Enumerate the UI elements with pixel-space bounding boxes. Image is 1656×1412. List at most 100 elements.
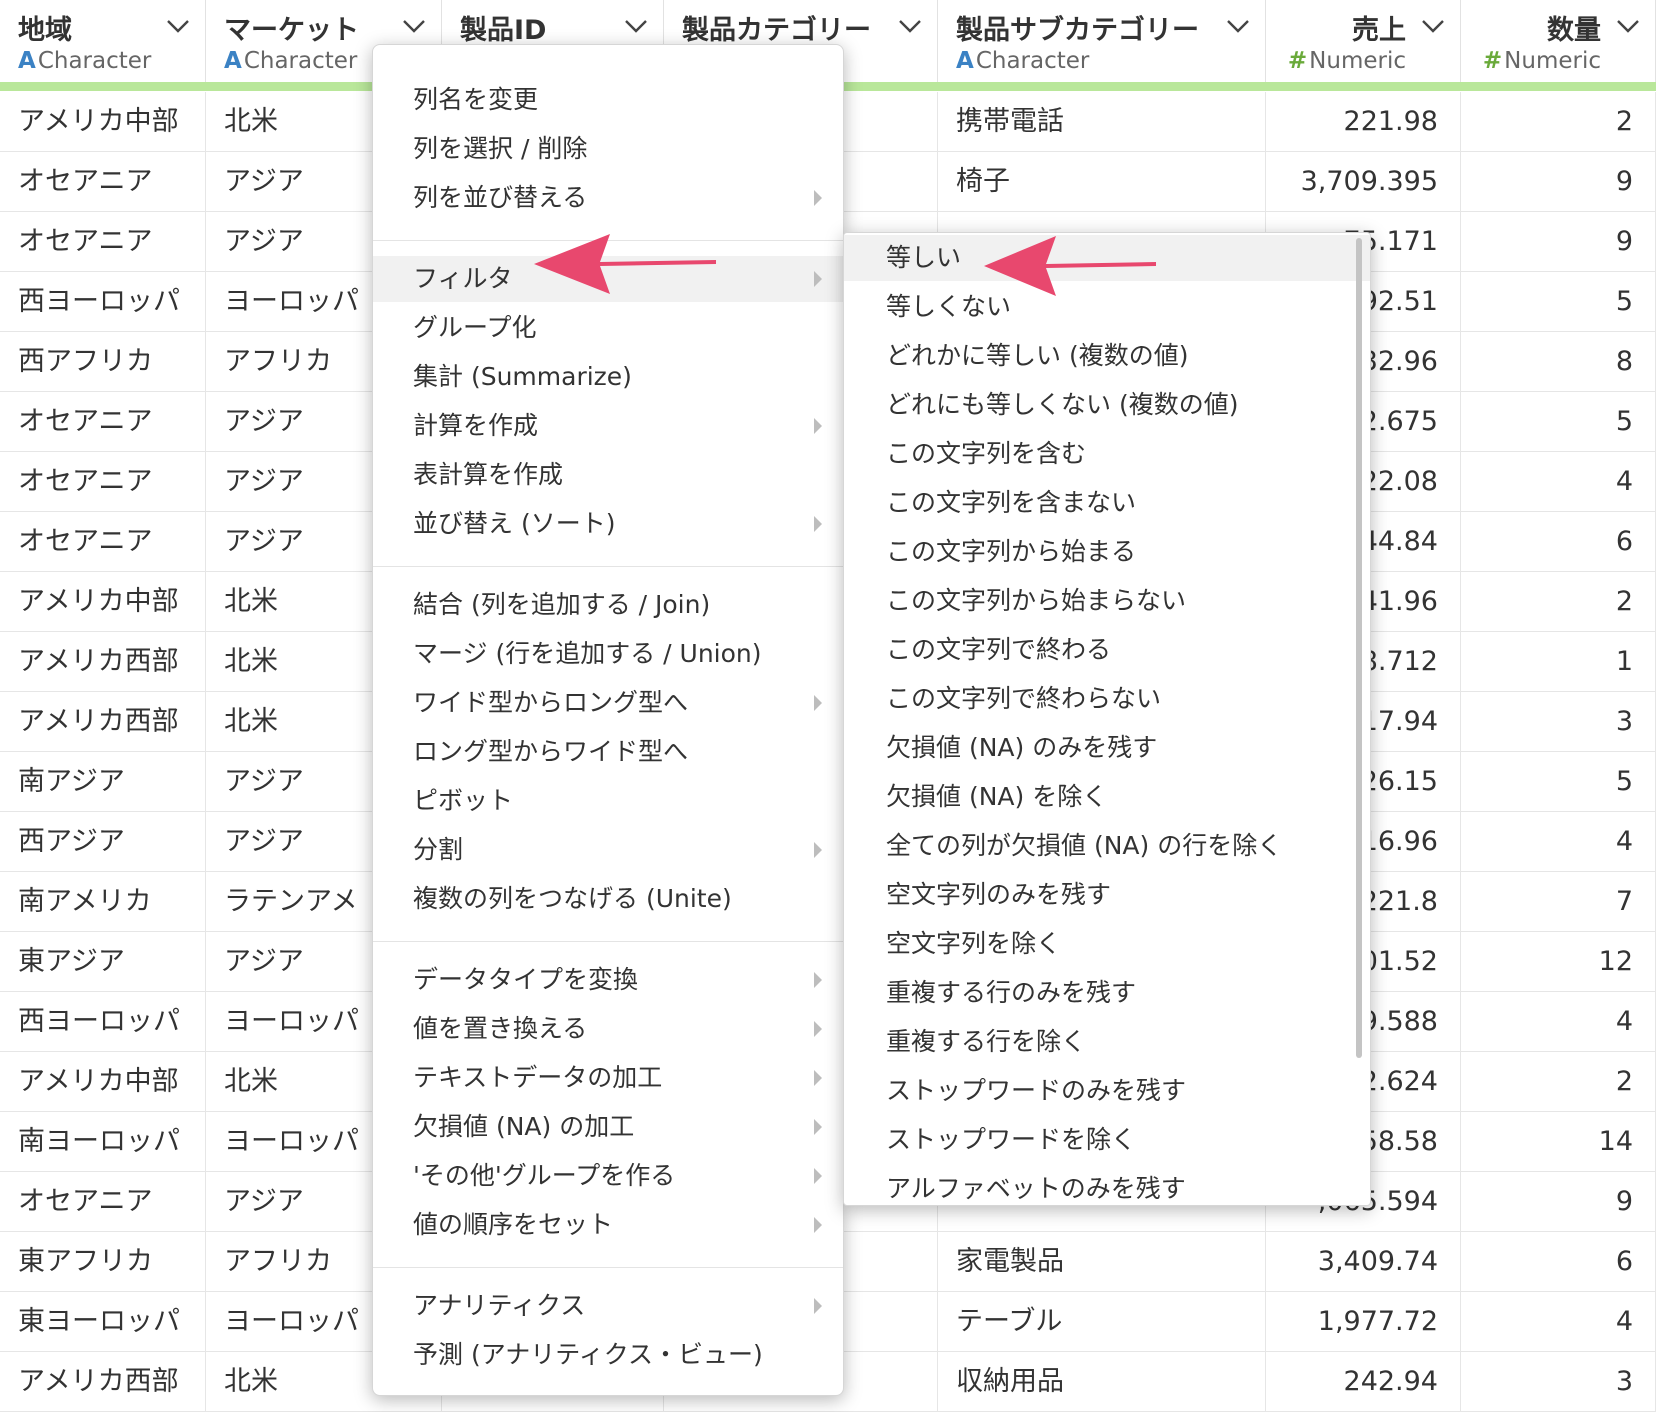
menu-item[interactable]: 列を選択 / 削除: [373, 126, 843, 172]
cell-qty[interactable]: 5: [1461, 752, 1656, 812]
cell-qty[interactable]: 4: [1461, 452, 1656, 512]
filter-option[interactable]: この文字列を含む: [844, 431, 1370, 477]
cell-qty[interactable]: 7: [1461, 872, 1656, 932]
cell-sales[interactable]: 1,977.72: [1266, 1292, 1461, 1352]
cell-region[interactable]: アメリカ中部: [0, 92, 206, 152]
cell-qty[interactable]: 12: [1461, 932, 1656, 992]
chevron-down-icon[interactable]: [1225, 16, 1251, 36]
cell-region[interactable]: 南アメリカ: [0, 872, 206, 932]
menu-item[interactable]: 分割: [373, 827, 843, 873]
cell-region[interactable]: オセアニア: [0, 392, 206, 452]
cell-region[interactable]: オセアニア: [0, 452, 206, 512]
cell-qty[interactable]: 4: [1461, 1292, 1656, 1352]
cell-subcategory[interactable]: 収納用品: [938, 1352, 1266, 1412]
cell-subcategory[interactable]: テーブル: [938, 1292, 1266, 1352]
column-header[interactable]: 数量 #Numeric: [1461, 0, 1656, 84]
chevron-down-icon[interactable]: [401, 16, 427, 36]
menu-item[interactable]: 結合 (列を追加する / Join): [373, 582, 843, 628]
menu-item[interactable]: テキストデータの加工: [373, 1055, 843, 1101]
cell-qty[interactable]: 2: [1461, 1052, 1656, 1112]
column-header[interactable]: 売上 #Numeric: [1266, 0, 1461, 84]
cell-region[interactable]: オセアニア: [0, 1172, 206, 1232]
cell-qty[interactable]: 6: [1461, 1232, 1656, 1292]
cell-qty[interactable]: 3: [1461, 692, 1656, 752]
cell-region[interactable]: 西ヨーロッパ: [0, 992, 206, 1052]
chevron-down-icon[interactable]: [165, 16, 191, 36]
filter-option[interactable]: この文字列で終わらない: [844, 676, 1370, 722]
cell-region[interactable]: アメリカ中部: [0, 572, 206, 632]
cell-qty[interactable]: 1: [1461, 632, 1656, 692]
menu-item[interactable]: アナリティクス: [373, 1283, 843, 1329]
chevron-down-icon[interactable]: [897, 16, 923, 36]
cell-sales[interactable]: 242.94: [1266, 1352, 1461, 1412]
menu-item[interactable]: ピボット: [373, 778, 843, 824]
cell-sales[interactable]: 221.98: [1266, 92, 1461, 152]
menu-item[interactable]: 値を置き換える: [373, 1006, 843, 1052]
menu-item[interactable]: 'その他'グループを作る: [373, 1153, 843, 1199]
menu-item[interactable]: 並び替え (ソート): [373, 501, 843, 547]
filter-option[interactable]: この文字列から始まらない: [844, 578, 1370, 624]
filter-option[interactable]: どれかに等しい (複数の値): [844, 333, 1370, 379]
cell-region[interactable]: アメリカ西部: [0, 692, 206, 752]
chevron-down-icon[interactable]: [1615, 16, 1641, 36]
filter-option[interactable]: 全ての列が欠損値 (NA) の行を除く: [844, 823, 1370, 869]
submenu-scrollbar[interactable]: [1356, 238, 1362, 1058]
cell-region[interactable]: アメリカ西部: [0, 1352, 206, 1412]
cell-region[interactable]: オセアニア: [0, 512, 206, 572]
chevron-down-icon[interactable]: [1420, 16, 1446, 36]
cell-sales[interactable]: 3,709.395: [1266, 152, 1461, 212]
filter-option[interactable]: 欠損値 (NA) を除く: [844, 774, 1370, 820]
filter-option[interactable]: この文字列で終わる: [844, 627, 1370, 673]
cell-region[interactable]: 西アジア: [0, 812, 206, 872]
filter-option[interactable]: この文字列から始まる: [844, 529, 1370, 575]
filter-option[interactable]: この文字列を含まない: [844, 480, 1370, 526]
cell-region[interactable]: アメリカ中部: [0, 1052, 206, 1112]
cell-qty[interactable]: 4: [1461, 812, 1656, 872]
cell-qty[interactable]: 14: [1461, 1112, 1656, 1172]
cell-qty[interactable]: 5: [1461, 272, 1656, 332]
cell-subcategory[interactable]: 家電製品: [938, 1232, 1266, 1292]
cell-region[interactable]: 西ヨーロッパ: [0, 272, 206, 332]
filter-option[interactable]: 重複する行を除く: [844, 1019, 1370, 1065]
menu-item[interactable]: ワイド型からロング型へ: [373, 680, 843, 726]
menu-item[interactable]: 複数の列をつなげる (Unite): [373, 876, 843, 922]
cell-qty[interactable]: 9: [1461, 1172, 1656, 1232]
menu-item[interactable]: グループ化: [373, 305, 843, 351]
cell-qty[interactable]: 5: [1461, 392, 1656, 452]
filter-option[interactable]: ストップワードを除く: [844, 1117, 1370, 1163]
menu-item[interactable]: 欠損値 (NA) の加工: [373, 1104, 843, 1150]
cell-qty[interactable]: 8: [1461, 332, 1656, 392]
menu-item[interactable]: マージ (行を追加する / Union): [373, 631, 843, 677]
menu-item[interactable]: 値の順序をセット: [373, 1202, 843, 1248]
cell-sales[interactable]: 3,409.74: [1266, 1232, 1461, 1292]
chevron-down-icon[interactable]: [623, 16, 649, 36]
menu-item[interactable]: 予測 (アナリティクス・ビュー): [373, 1332, 843, 1378]
menu-item[interactable]: ロング型からワイド型へ: [373, 729, 843, 775]
cell-qty[interactable]: 3: [1461, 1352, 1656, 1412]
cell-region[interactable]: 東アフリカ: [0, 1232, 206, 1292]
cell-region[interactable]: 東ヨーロッパ: [0, 1292, 206, 1352]
cell-subcategory[interactable]: 携帯電話: [938, 92, 1266, 152]
menu-item[interactable]: 集計 (Summarize): [373, 354, 843, 400]
column-header[interactable]: 製品サブカテゴリー ACharacter: [938, 0, 1266, 84]
cell-region[interactable]: オセアニア: [0, 212, 206, 272]
cell-qty[interactable]: 2: [1461, 572, 1656, 632]
cell-qty[interactable]: 9: [1461, 152, 1656, 212]
cell-region[interactable]: 東アジア: [0, 932, 206, 992]
menu-item[interactable]: 列名を変更: [373, 77, 843, 123]
cell-region[interactable]: 南アジア: [0, 752, 206, 812]
menu-item[interactable]: 表計算を作成: [373, 452, 843, 498]
cell-qty[interactable]: 4: [1461, 992, 1656, 1052]
filter-option[interactable]: 空文字列を除く: [844, 921, 1370, 967]
filter-option[interactable]: どれにも等しくない (複数の値): [844, 382, 1370, 428]
filter-option[interactable]: 空文字列のみを残す: [844, 872, 1370, 918]
column-header[interactable]: 地域 ACharacter: [0, 0, 206, 84]
cell-qty[interactable]: 6: [1461, 512, 1656, 572]
menu-item[interactable]: データタイプを変換: [373, 957, 843, 1003]
filter-option[interactable]: 重複する行のみを残す: [844, 970, 1370, 1016]
filter-option[interactable]: 欠損値 (NA) のみを残す: [844, 725, 1370, 771]
cell-region[interactable]: 南ヨーロッパ: [0, 1112, 206, 1172]
menu-item[interactable]: 計算を作成: [373, 403, 843, 449]
cell-qty[interactable]: 2: [1461, 92, 1656, 152]
cell-region[interactable]: 西アフリカ: [0, 332, 206, 392]
